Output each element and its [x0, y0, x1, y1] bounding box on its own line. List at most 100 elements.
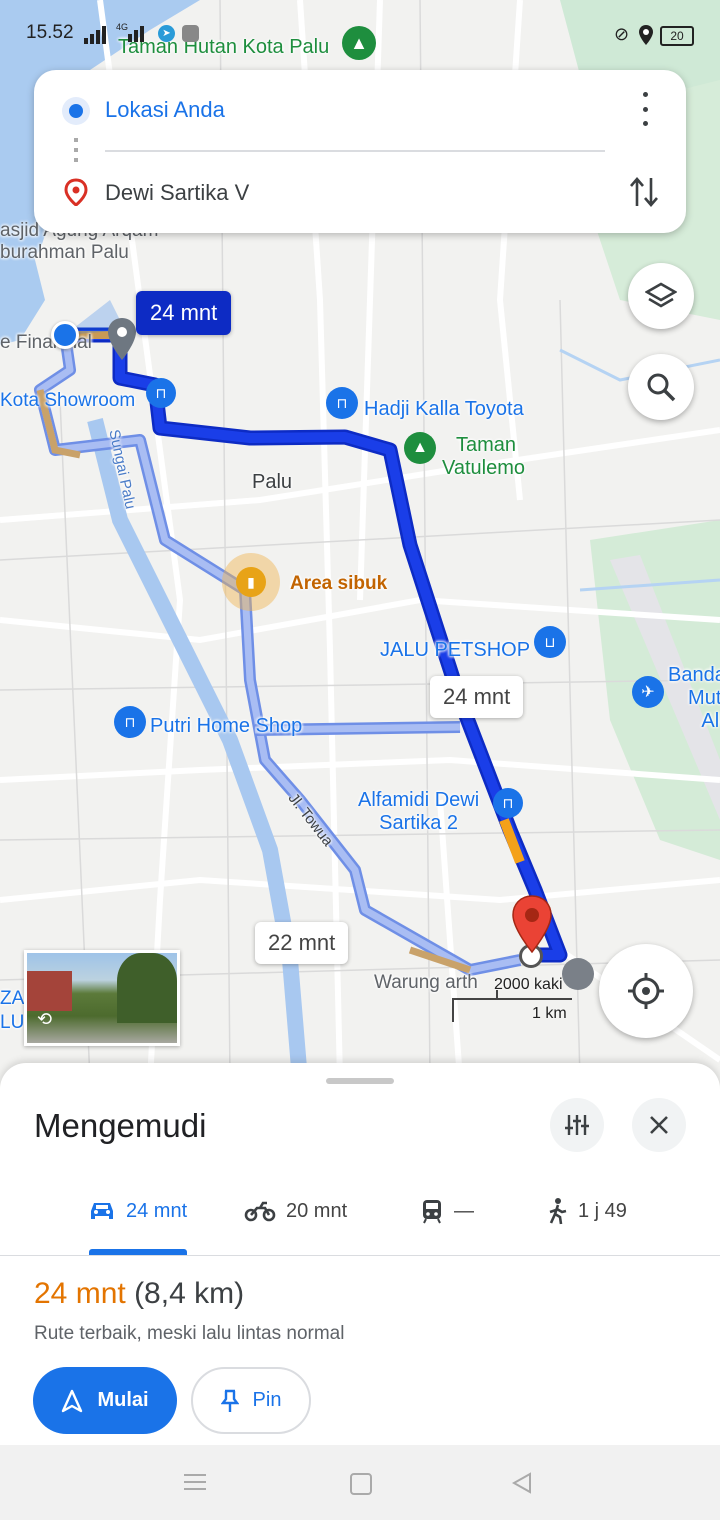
- origin-field[interactable]: Lokasi Anda: [105, 97, 225, 123]
- pin-button-label: Pin: [252, 1389, 282, 1411]
- shopping-bag-icon[interactable]: ⊓: [114, 706, 146, 738]
- airport-line2: Muti: [688, 687, 720, 709]
- back-icon[interactable]: [510, 1471, 534, 1495]
- airport-icon[interactable]: ✈: [632, 676, 664, 708]
- mosque-label-line2: burahman Palu: [0, 241, 129, 263]
- scale-tick: [496, 990, 498, 1000]
- house-shape: [27, 971, 72, 1011]
- shopping-cart-icon[interactable]: ⊔: [534, 626, 566, 658]
- showroom-label[interactable]: Kota Showroom: [0, 390, 135, 412]
- airport-line3: Al-: [701, 710, 720, 732]
- search-button[interactable]: [628, 354, 694, 420]
- putri-label[interactable]: Putri Home Shop: [150, 715, 302, 738]
- scale-metric: 1 km: [532, 1005, 567, 1022]
- destination-field[interactable]: Dewi Sartika V: [105, 180, 249, 206]
- shopping-bag-icon[interactable]: ⊓: [326, 387, 358, 419]
- swap-icon[interactable]: [628, 174, 660, 210]
- scale-imperial: 2000 kaki: [494, 976, 563, 993]
- tabs-divider: [0, 1255, 720, 1256]
- warung-label[interactable]: Warung arth: [374, 972, 478, 994]
- tree-shape: [117, 953, 177, 1023]
- alfamidi-line1: Alfamidi Dewi: [358, 789, 480, 811]
- route-dots-connector: [74, 138, 78, 166]
- directions-card: Lokasi Anda Dewi Sartika V: [34, 70, 686, 233]
- park-label[interactable]: Taman Hutan Kota Palu: [118, 36, 329, 59]
- vatulemo-label[interactable]: Taman Vatulemo: [442, 434, 525, 480]
- shopping-bag-icon[interactable]: ⊓: [493, 788, 523, 818]
- pin-button[interactable]: Pin: [191, 1367, 311, 1434]
- battery-icon: 20: [660, 26, 694, 46]
- sheet-title: Mengemudi: [34, 1107, 207, 1144]
- rotate-360-icon: ⟲: [37, 1009, 53, 1029]
- tab-driving[interactable]: 24 mnt: [88, 1196, 187, 1226]
- destination-pin-icon[interactable]: [510, 894, 554, 956]
- route-note: Rute terbaik, meski lalu lintas normal: [34, 1323, 345, 1344]
- route-duration: 24 mnt: [34, 1277, 126, 1310]
- waypoint-pin-icon[interactable]: [106, 316, 138, 364]
- airport-label[interactable]: Banda Muti Al-: [668, 664, 720, 733]
- tab-transit-label: —: [454, 1199, 474, 1222]
- status-time: 15.52: [26, 22, 74, 43]
- divider: [105, 150, 605, 152]
- park-icon[interactable]: ▲: [404, 432, 436, 464]
- location-status-icon: [639, 25, 653, 45]
- tab-walking[interactable]: 1 j 49: [546, 1196, 627, 1226]
- airport-line1: Banda: [668, 664, 720, 686]
- tab-motorcycle[interactable]: 20 mnt: [244, 1196, 347, 1226]
- network-type: 4G: [116, 22, 129, 32]
- drag-handle[interactable]: [326, 1078, 394, 1084]
- transit-icon: [423, 1200, 441, 1224]
- signal-icon: [84, 26, 106, 44]
- telegram-icon: ➤: [158, 25, 175, 42]
- tab-driving-label: 24 mnt: [126, 1199, 188, 1222]
- destination-marker-icon: [64, 178, 88, 206]
- close-icon: [650, 1116, 668, 1134]
- vatulemo-line2: Vatulemo: [442, 457, 526, 479]
- toyota-label[interactable]: Hadji Kalla Toyota: [364, 398, 524, 421]
- tab-transit[interactable]: —: [420, 1196, 474, 1226]
- vatulemo-line1: Taman: [456, 434, 517, 456]
- busy-area-icon[interactable]: ▮: [236, 567, 266, 597]
- tune-icon: [565, 1115, 589, 1135]
- motorcycle-icon: [244, 1201, 276, 1222]
- my-location-dot[interactable]: [51, 321, 79, 349]
- home-icon[interactable]: [350, 1473, 372, 1495]
- pin-icon: [220, 1389, 239, 1412]
- street-view-thumbnail[interactable]: ⟲: [24, 950, 180, 1046]
- tab-walking-label: 1 j 49: [578, 1199, 627, 1222]
- search-icon: [647, 373, 676, 402]
- more-options-icon[interactable]: [630, 92, 660, 126]
- close-button[interactable]: [632, 1098, 686, 1152]
- edge-label-2: LU: [0, 1012, 25, 1033]
- recent-apps-icon[interactable]: [184, 1474, 206, 1490]
- car-icon: [91, 1203, 113, 1219]
- eta-bubble-alt-1[interactable]: 24 mnt: [430, 676, 524, 718]
- layers-button[interactable]: [628, 263, 694, 329]
- origin-dot-icon: [69, 104, 83, 118]
- walk-icon: [549, 1198, 567, 1225]
- edge-label-1: ZA: [0, 988, 25, 1009]
- alfamidi-line2: Sartika 2: [379, 812, 459, 834]
- city-label: Palu: [252, 471, 293, 493]
- route-distance: (8,4 km): [134, 1277, 245, 1310]
- start-button[interactable]: Mulai: [33, 1367, 177, 1434]
- my-location-button[interactable]: [599, 944, 693, 1038]
- route-summary[interactable]: 24 mnt (8,4 km): [34, 1277, 244, 1311]
- eta-bubble-alt-2[interactable]: 22 mnt: [255, 922, 349, 964]
- system-nav-bar: [0, 1445, 720, 1520]
- busy-area-label[interactable]: Area sibuk: [290, 573, 387, 595]
- start-button-label: Mulai: [97, 1389, 149, 1411]
- crosshair-icon: [628, 973, 664, 1009]
- shopping-bag-icon[interactable]: ⊓: [146, 378, 176, 408]
- place-pin-icon[interactable]: [562, 958, 594, 990]
- tab-motorcycle-label: 20 mnt: [286, 1199, 348, 1222]
- alfamidi-label[interactable]: Alfamidi Dewi Sartika 2: [358, 789, 479, 835]
- park-icon[interactable]: ▲: [342, 26, 376, 60]
- navigation-arrow-icon: [62, 1389, 83, 1412]
- mute-icon: ⊘: [614, 24, 630, 44]
- petshop-label[interactable]: JALU PETSHOP: [380, 639, 530, 662]
- route-options-button[interactable]: [550, 1098, 604, 1152]
- layers-icon: [645, 282, 677, 308]
- eta-bubble-primary[interactable]: 24 mnt: [136, 291, 232, 335]
- signal-icon-2: [128, 26, 144, 42]
